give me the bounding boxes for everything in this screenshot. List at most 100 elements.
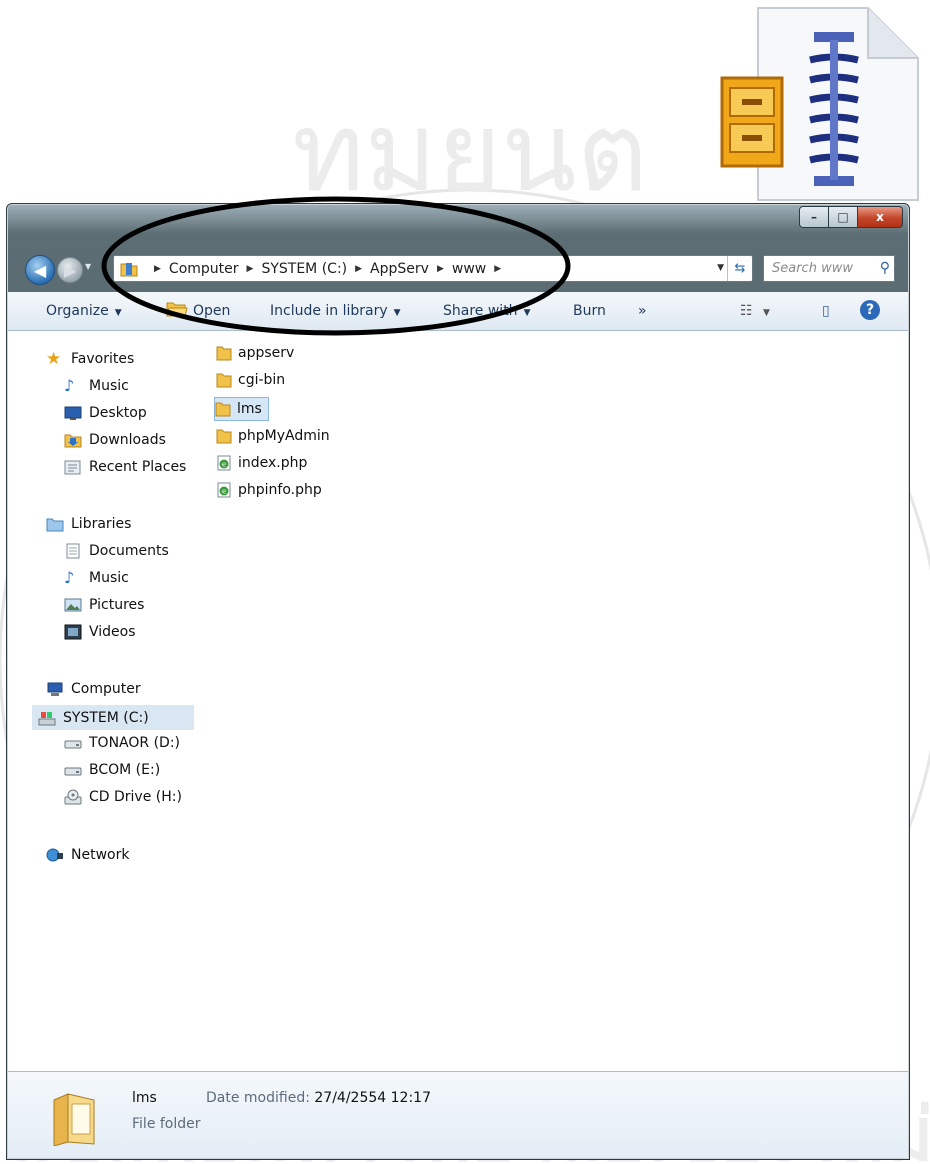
file-item-lms[interactable]: lms (214, 397, 269, 421)
hard-drive-icon (64, 767, 82, 776)
command-toolbar: Organize ▼ Open Include in library ▼ Share… (8, 292, 908, 331)
nav-lib-pictures[interactable]: Pictures (64, 597, 144, 613)
back-button[interactable]: ◀ (25, 255, 55, 285)
search-input[interactable]: Search www ⚲ (763, 255, 895, 282)
close-button[interactable]: x (857, 206, 903, 228)
preview-pane-icon[interactable]: ▯ (822, 303, 830, 319)
network-icon (46, 848, 63, 862)
nav-fav-recent-places[interactable]: Recent Places (64, 459, 186, 475)
include-in-library-button[interactable]: Include in library ▼ (270, 303, 401, 319)
maximize-button[interactable]: □ (828, 206, 858, 228)
share-with-button[interactable]: Share with ▼ (443, 303, 530, 319)
nav-lib-videos-label: Videos (89, 624, 136, 640)
organize-button[interactable]: Organize ▼ (46, 303, 122, 319)
recent-pages-dropdown[interactable]: ▼ (85, 262, 91, 271)
videos-icon (64, 624, 82, 640)
nav-drive-tonaor-d[interactable]: TONAOR (D:) (64, 735, 180, 751)
more-commands-button[interactable]: » (638, 303, 647, 319)
help-icon[interactable]: ? (860, 300, 880, 320)
computer-icon (47, 682, 63, 696)
nav-drive-cd-h-label: CD Drive (H:) (89, 789, 182, 805)
php-file-icon: e (217, 482, 231, 498)
file-item-phpmyadmin[interactable]: phpMyAdmin (216, 428, 330, 444)
file-name: appserv (238, 345, 295, 361)
title-bar[interactable]: – □ x (7, 204, 909, 250)
file-item-cgi-bin[interactable]: cgi-bin (216, 372, 285, 388)
breadcrumb-separator-icon[interactable]: ▶ (437, 264, 444, 274)
breadcrumb-appserv[interactable]: AppServ (370, 261, 429, 277)
organize-label: Organize (46, 303, 109, 319)
nav-fav-music[interactable]: ♪ Music (64, 376, 129, 395)
explorer-window: – □ x ◀ ▶ ▼ ▶ Computer ▶ SYSTEM (C:) ▶ A… (6, 203, 910, 1160)
system-drive-icon (38, 711, 56, 725)
music-icon: ♪ (64, 568, 75, 587)
content-area: ★ Favorites ♪ Music Desktop Downloads Re… (8, 331, 908, 1072)
breadcrumb-www[interactable]: www (452, 261, 486, 277)
details-item-name: lms (132, 1090, 157, 1106)
breadcrumb-separator-icon[interactable]: ▶ (247, 264, 254, 274)
nav-fav-downloads-label: Downloads (89, 432, 166, 448)
nav-lib-videos[interactable]: Videos (64, 624, 136, 640)
file-item-appserv[interactable]: appserv (216, 345, 294, 361)
nav-network-label: Network (71, 847, 130, 863)
svg-text:e: e (222, 461, 226, 469)
search-icon[interactable]: ⚲ (880, 260, 890, 276)
nav-network[interactable]: Network (46, 847, 129, 863)
nav-drive-system-c-label: SYSTEM (C:) (63, 709, 149, 726)
nav-lib-music[interactable]: ♪ Music (64, 568, 129, 587)
star-icon: ★ (46, 349, 62, 369)
refresh-icon[interactable]: ⇆ (727, 256, 752, 281)
php-file-icon: e (217, 455, 231, 471)
include-in-library-label: Include in library (270, 303, 388, 319)
nav-drive-system-c[interactable]: SYSTEM (C:) (32, 705, 194, 730)
nav-libraries-label: Libraries (71, 516, 132, 532)
zip-archive-icon (720, 7, 919, 201)
details-item-type: File folder (132, 1116, 201, 1132)
open-button[interactable]: Open (193, 303, 230, 319)
address-bar[interactable]: ▶ Computer ▶ SYSTEM (C:) ▶ AppServ ▶ www… (113, 255, 753, 282)
nav-fav-downloads[interactable]: Downloads (64, 432, 166, 448)
svg-text:e: e (222, 488, 226, 496)
documents-icon (66, 543, 80, 559)
folder-icon (216, 346, 232, 361)
nav-fav-desktop[interactable]: Desktop (64, 405, 147, 421)
file-name: phpMyAdmin (238, 428, 330, 444)
forward-button[interactable]: ▶ (57, 257, 83, 283)
downloads-icon (64, 434, 82, 448)
nav-drive-bcom-e[interactable]: BCOM (E:) (64, 762, 160, 778)
recent-places-icon (64, 460, 81, 475)
nav-lib-documents[interactable]: Documents (64, 543, 169, 559)
address-history-dropdown[interactable]: ▼ (717, 263, 724, 273)
nav-drive-tonaor-d-label: TONAOR (D:) (89, 735, 180, 751)
nav-lib-music-label: Music (89, 570, 129, 586)
nav-computer[interactable]: Computer (46, 681, 141, 697)
caption-buttons: – □ x (799, 206, 903, 228)
music-icon: ♪ (64, 376, 75, 395)
burn-button[interactable]: Burn (573, 303, 606, 319)
nav-favorites-label: Favorites (71, 351, 135, 367)
breadcrumb-separator-icon[interactable]: ▶ (494, 264, 501, 274)
nav-drive-cd-h[interactable]: CD Drive (H:) (64, 789, 182, 805)
nav-drive-bcom-e-label: BCOM (E:) (89, 762, 161, 778)
details-date-value: 27/4/2554 12:17 (314, 1090, 431, 1106)
nav-lib-documents-label: Documents (89, 543, 169, 559)
libraries-icon (46, 518, 64, 532)
arrow-right-icon: ▶ (63, 260, 77, 280)
minimize-button[interactable]: – (799, 206, 829, 228)
folder-icon (216, 429, 232, 444)
details-date-label: Date modified: (206, 1090, 310, 1106)
file-item-phpinfo-php[interactable]: e phpinfo.php (216, 482, 322, 498)
folder-icon (53, 1093, 95, 1146)
hard-drive-icon (64, 740, 82, 749)
breadcrumb-system-c[interactable]: SYSTEM (C:) (261, 261, 347, 277)
nav-fav-recent-places-label: Recent Places (89, 459, 187, 475)
file-name: cgi-bin (238, 372, 286, 388)
breadcrumb-separator-icon[interactable]: ▶ (355, 264, 362, 274)
breadcrumb-separator-icon: ▶ (154, 263, 161, 274)
breadcrumb-computer[interactable]: Computer (169, 261, 239, 277)
file-item-index-php[interactable]: e index.php (216, 455, 307, 471)
nav-lib-pictures-label: Pictures (89, 597, 145, 613)
view-options-icon[interactable]: ☷ ▼ (740, 303, 770, 319)
nav-favorites[interactable]: ★ Favorites (46, 349, 135, 369)
nav-libraries[interactable]: Libraries (46, 516, 131, 532)
